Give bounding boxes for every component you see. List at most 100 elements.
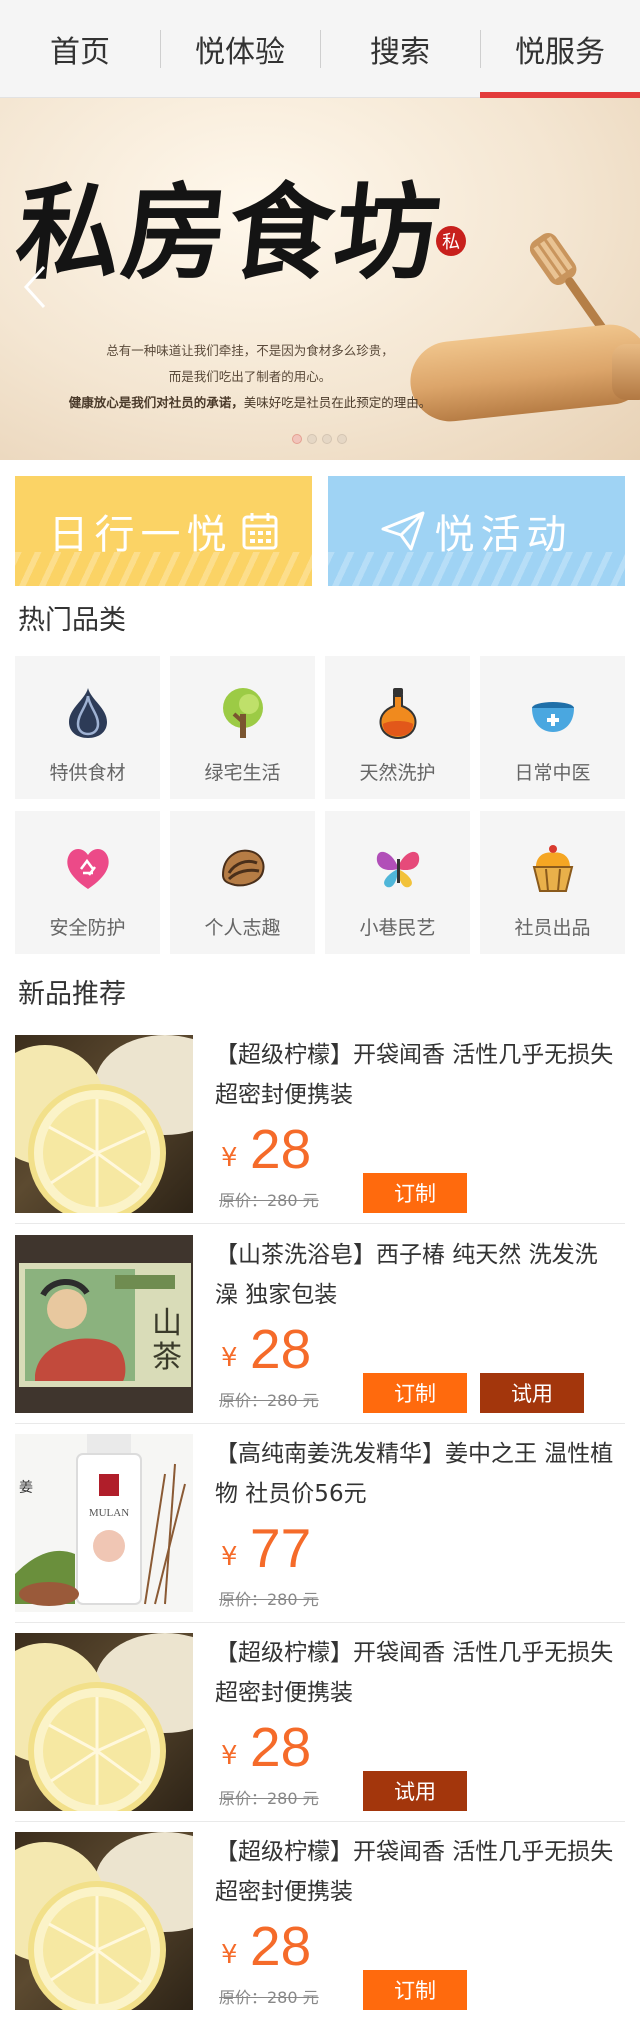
category-special-food[interactable]: 特供食材 — [15, 656, 160, 799]
oil-bottle-icon — [371, 686, 425, 740]
category-daily-tcm[interactable]: 日常中医 — [480, 656, 625, 799]
lemon-slice-image — [15, 1035, 193, 1213]
category-label: 个人志趣 — [204, 917, 281, 939]
medicine-bowl-icon — [526, 686, 580, 740]
category-label: 特供食材 — [49, 762, 126, 784]
soap-box-image: 山 茶 — [15, 1235, 193, 1413]
order-button[interactable]: 订制 — [363, 1173, 467, 1213]
cupcake-icon — [526, 841, 580, 895]
carousel-dot[interactable] — [307, 434, 317, 444]
original-price: 原价：280 元 — [219, 1191, 319, 1210]
currency-symbol: ¥ — [221, 1343, 238, 1373]
original-price: 原价：280 元 — [219, 1590, 319, 1609]
category-label: 小巷民艺 — [359, 917, 436, 939]
category-safety[interactable]: 安全防护 — [15, 811, 160, 954]
rolling-pin-handle — [612, 344, 640, 400]
category-label: 安全防护 — [49, 917, 126, 939]
divider — [15, 1223, 625, 1224]
product-item[interactable]: 【超级柠檬】开袋闻香 活性几乎无损失 超密封便携装 ¥ 28 原价：280 元 … — [0, 1623, 640, 1822]
currency-symbol: ¥ — [221, 1940, 238, 1970]
product-image-lemon[interactable] — [15, 1832, 193, 2010]
butterfly-icon — [371, 841, 425, 895]
soap-char-1: 山 — [152, 1306, 182, 1341]
product-title[interactable]: 【山茶洗浴皂】西子椿 纯天然 洗发洗澡 独家包装 — [215, 1235, 615, 1315]
promo-label: 悦活动 — [434, 512, 573, 558]
product-image-lemon[interactable] — [15, 1633, 193, 1811]
tree-icon — [216, 686, 270, 740]
garlic-icon — [61, 686, 115, 740]
category-alley-folk-art[interactable]: 小巷民艺 — [325, 811, 470, 954]
original-price: 原价：280 元 — [219, 1789, 319, 1808]
banner-desc-bold: 健康放心是我们对社员的承诺， — [68, 395, 244, 410]
top-nav: 首页 悦体验 搜索 悦服务 — [0, 0, 640, 98]
section-title-new: 新品推荐 — [18, 979, 126, 1010]
product-image-lemon[interactable] — [15, 1035, 193, 1213]
side-text: 姜 — [19, 1480, 33, 1496]
lemon-slice-image — [15, 1832, 193, 2010]
currency-symbol: ¥ — [221, 1542, 238, 1572]
product-price: 28 — [250, 1318, 312, 1380]
tab-label: 悦服务 — [515, 34, 605, 70]
tab-search[interactable]: 搜索 — [320, 0, 480, 97]
category-label: 绿宅生活 — [204, 762, 281, 784]
category-label: 天然洗护 — [359, 762, 436, 784]
order-button[interactable]: 订制 — [363, 1373, 467, 1413]
original-price: 原价：280 元 — [219, 1988, 319, 2007]
product-price: 28 — [250, 1118, 312, 1180]
product-title[interactable]: 【超级柠檬】开袋闻香 活性几乎无损失 超密封便携装 — [215, 1035, 615, 1115]
tab-service[interactable]: 悦服务 — [480, 0, 640, 98]
category-natural-care[interactable]: 天然洗护 — [325, 656, 470, 799]
currency-symbol: ¥ — [221, 1741, 238, 1771]
product-title[interactable]: 【超级柠檬】开袋闻香 活性几乎无损失 超密封便携装 — [215, 1832, 615, 1912]
shell-icon — [216, 841, 270, 895]
recycle-heart-icon — [61, 841, 115, 895]
calendar-icon — [242, 513, 277, 550]
product-price: 77 — [250, 1517, 312, 1579]
product-image-soap[interactable]: 山 茶 — [15, 1235, 193, 1413]
category-green-home[interactable]: 绿宅生活 — [170, 656, 315, 799]
category-interests[interactable]: 个人志趣 — [170, 811, 315, 954]
soap-char-2: 茶 — [152, 1340, 182, 1375]
ginger-shampoo-image: MULAN 姜 — [15, 1434, 193, 1612]
banner-desc-line: 总有一种味道让我们牵挂，不是因为食材多么珍贵， — [106, 343, 394, 358]
paper-plane-icon — [381, 511, 424, 551]
lemon-slice-image — [15, 1633, 193, 1811]
product-item[interactable]: 山 茶 【山茶洗浴皂】西子椿 纯天然 洗发洗澡 独家包装 ¥ 28 原价：280… — [0, 1225, 640, 1424]
trial-button[interactable]: 试用 — [363, 1771, 467, 1811]
chevron-left-icon[interactable] — [20, 263, 50, 311]
banner-desc-line: 健康放心是我们对社员的承诺，美味好吃是社员在此预定的理由。 — [0, 392, 500, 411]
tab-label: 首页 — [50, 34, 110, 70]
carousel-dots — [292, 434, 347, 444]
product-item[interactable]: MULAN 姜 【高纯南姜洗发精华】姜中之王 温性植物 社员价56元 ¥ 77 … — [0, 1424, 640, 1623]
seal-stamp: 私 — [436, 226, 466, 256]
carousel-dot[interactable] — [292, 434, 302, 444]
original-price: 原价：280 元 — [219, 1391, 319, 1410]
product-item[interactable]: 【超级柠檬】开袋闻香 活性几乎无损失 超密封便携装 ¥ 28 原价：280 元 … — [0, 1822, 640, 2021]
tab-experience[interactable]: 悦体验 — [160, 0, 320, 97]
currency-symbol: ¥ — [221, 1143, 238, 1173]
banner-desc-line: 而是我们吃出了制者的用心。 — [168, 369, 332, 384]
product-image-ginger[interactable]: MULAN 姜 — [15, 1434, 193, 1612]
product-title[interactable]: 【超级柠檬】开袋闻香 活性几乎无损失 超密封便携装 — [215, 1633, 615, 1713]
promo-label: 日行一悦 — [48, 512, 233, 558]
daily-joy-card[interactable]: 日行一悦 — [15, 476, 312, 586]
section-title-hot: 热门品类 — [18, 605, 126, 636]
joy-activity-card[interactable]: 悦活动 — [328, 476, 625, 586]
carousel-dot[interactable] — [337, 434, 347, 444]
banner-carousel[interactable]: 私房食坊 私 总有一种味道让我们牵挂，不是因为食材多么珍贵， 而是我们吃出了制者… — [0, 98, 640, 460]
product-price: 28 — [250, 1915, 312, 1977]
banner-desc-rest: 美味好吃是社员在此预定的理由。 — [243, 395, 432, 410]
order-button[interactable]: 订制 — [363, 1970, 467, 2010]
carousel-dot[interactable] — [322, 434, 332, 444]
product-item[interactable]: 【超级柠檬】开袋闻香 活性几乎无损失 超密封便携装 ¥ 28 原价：280 元 … — [0, 1025, 640, 1224]
tab-label: 悦体验 — [195, 34, 285, 70]
product-title[interactable]: 【高纯南姜洗发精华】姜中之王 温性植物 社员价56元 — [215, 1434, 615, 1514]
tab-home[interactable]: 首页 — [0, 0, 160, 97]
category-label: 社员出品 — [514, 917, 591, 939]
product-price: 28 — [250, 1716, 312, 1778]
trial-button[interactable]: 试用 — [480, 1373, 584, 1413]
brand-text: MULAN — [89, 1507, 129, 1519]
category-member-made[interactable]: 社员出品 — [480, 811, 625, 954]
banner-title: 私房食坊 — [10, 171, 448, 294]
category-label: 日常中医 — [514, 762, 591, 784]
